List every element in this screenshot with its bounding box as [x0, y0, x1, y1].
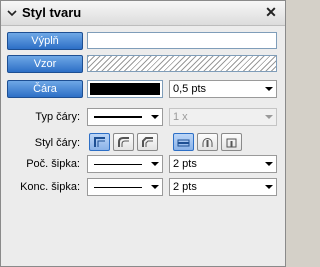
end-arrow-size-value: 2 pts [173, 181, 197, 193]
dropdown-arrow-icon [151, 162, 159, 166]
dropdown-arrow-icon [151, 115, 159, 119]
bevel-corner-join-button[interactable] [137, 133, 158, 151]
end-arrow-select[interactable] [87, 178, 163, 196]
start-arrow-size-select[interactable]: 2 pts [169, 155, 277, 173]
flat-cap-icon [177, 139, 190, 147]
close-icon[interactable]: ✕ [264, 5, 278, 19]
dropdown-arrow-icon [265, 87, 273, 91]
start-arrow-size-value: 2 pts [173, 158, 197, 170]
bevel-corner-icon [142, 137, 153, 147]
line-scale-value: 1 x [173, 111, 188, 123]
collapse-chevron-icon[interactable] [7, 8, 17, 18]
panel-content: Výplň Vzor Čára 0,5 pts Typ čáry: 1 x St… [1, 26, 285, 266]
line-scale-select: 1 x [169, 108, 277, 126]
rounded-corner-join-button[interactable] [113, 133, 134, 151]
round-cap-button[interactable] [197, 133, 218, 151]
line-button[interactable]: Čára [7, 80, 83, 98]
panel-title: Styl tvaru [22, 5, 82, 20]
start-arrow-select[interactable] [87, 155, 163, 173]
flat-cap-button[interactable] [173, 133, 194, 151]
square-cap-button[interactable] [221, 133, 242, 151]
line-color-swatch[interactable] [87, 80, 163, 98]
end-arrow-size-select[interactable]: 2 pts [169, 178, 277, 196]
dropdown-arrow-icon [265, 115, 273, 119]
square-cap-icon [226, 138, 237, 148]
fill-button[interactable]: Výplň [7, 32, 83, 50]
end-arrow-preview [94, 187, 142, 188]
line-width-select[interactable]: 0,5 pts [169, 80, 277, 98]
start-arrow-preview [94, 164, 142, 165]
shape-style-panel: Styl tvaru ✕ Výplň Vzor Čára 0,5 pts Typ… [0, 0, 286, 267]
solid-line-preview [94, 116, 142, 118]
rounded-corner-icon [118, 137, 129, 147]
end-arrow-label: Konc. šipka: [20, 181, 80, 193]
start-arrow-label: Poč. šipka: [26, 158, 80, 170]
line-style-label: Styl čáry: [34, 137, 80, 149]
fill-color-swatch[interactable] [87, 32, 277, 49]
pattern-button[interactable]: Vzor [7, 55, 83, 73]
line-type-label: Typ čáry: [35, 111, 80, 123]
dropdown-arrow-icon [151, 185, 159, 189]
line-width-value: 0,5 pts [173, 83, 207, 95]
square-corner-icon [94, 137, 105, 147]
dropdown-arrow-icon [265, 185, 273, 189]
pattern-swatch[interactable] [87, 55, 277, 72]
round-cap-icon [202, 138, 213, 147]
square-corner-join-button[interactable] [89, 133, 110, 151]
line-type-select[interactable] [87, 108, 163, 126]
dropdown-arrow-icon [265, 162, 273, 166]
panel-titlebar: Styl tvaru ✕ [1, 1, 285, 26]
